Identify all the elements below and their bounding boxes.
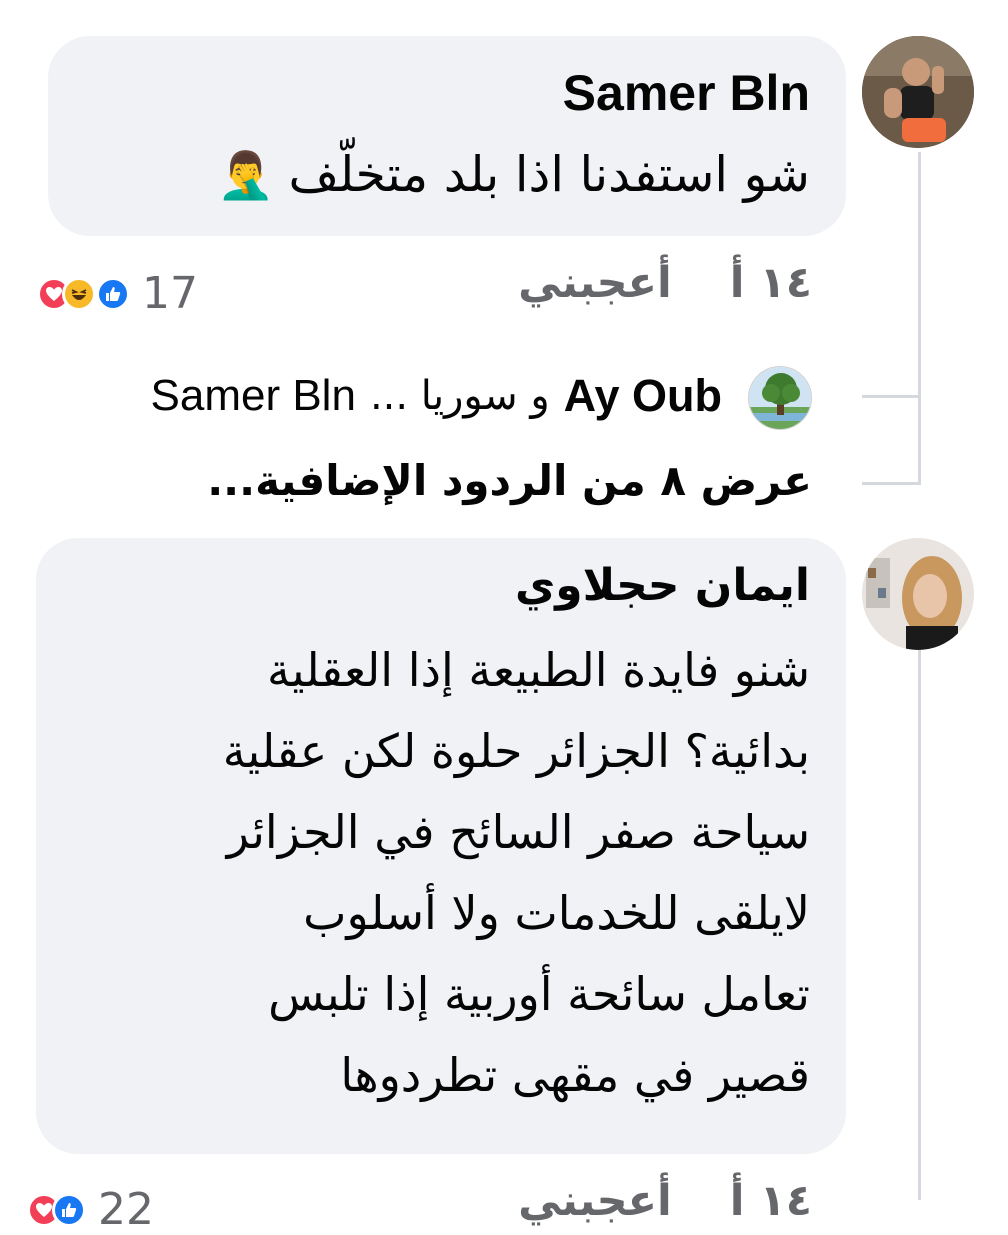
haha-reaction-icon [62, 276, 96, 311]
comment-time[interactable]: ١٤ أ [730, 1176, 812, 1226]
thread-line-vertical-2 [918, 650, 921, 1200]
reply-author[interactable]: Ay Oub [564, 370, 722, 422]
like-reaction-icon [96, 276, 130, 311]
reaction-summary-2[interactable]: 22 [27, 1184, 154, 1235]
facepalm-emoji-icon: 🤦‍♂️ [217, 148, 275, 203]
thread-line-vertical [918, 152, 921, 485]
person-photo-icon [862, 36, 974, 148]
comment-text: شنو فايدة الطبيعة إذا العقلية بدائية؟ ال… [222, 643, 810, 1102]
thread-line-branch-reply [862, 395, 921, 398]
reaction-count: 22 [98, 1184, 154, 1235]
reply-preview[interactable]: Ay Oub و سوريا ... Samer Bln [151, 370, 722, 422]
thread-line-branch-more [862, 482, 921, 485]
reply-mention[interactable]: Samer Bln [151, 371, 356, 421]
reaction-summary-1[interactable]: 17 [37, 268, 198, 319]
avatar-ay-oub[interactable] [748, 366, 812, 430]
person-photo-icon [862, 538, 974, 650]
like-link[interactable]: أعجبني [518, 258, 672, 308]
avatar-samer[interactable] [862, 36, 974, 148]
reply-text: و سوريا ... [369, 373, 550, 419]
comment-text-row: شو استفدنا اذا بلد متخلّف 🤦‍♂️ [217, 146, 810, 205]
like-reaction-icon [52, 1192, 86, 1227]
reaction-count: 17 [142, 268, 198, 319]
comment-author[interactable]: ايمان حجلاوي [515, 560, 810, 611]
comment-bubble-2: ايمان حجلاوي شنو فايدة الطبيعة إذا العقل… [36, 538, 846, 1154]
comment-author[interactable]: Samer Bln [563, 64, 810, 122]
view-more-replies[interactable]: عرض ٨ من الردود الإضافية... [207, 456, 812, 505]
comment-time[interactable]: ١٤ أ [730, 258, 812, 308]
avatar-iman[interactable] [862, 538, 974, 650]
comment-text: شو استفدنا اذا بلد متخلّف [288, 146, 810, 203]
like-link[interactable]: أعجبني [518, 1176, 672, 1226]
tree-photo-icon [749, 367, 811, 429]
comment-bubble-1: Samer Bln شو استفدنا اذا بلد متخلّف 🤦‍♂️ [48, 36, 846, 236]
comment-meta-1: ١٤ أ أعجبني [518, 258, 812, 308]
comment-meta-2: ١٤ أ أعجبني [518, 1176, 812, 1226]
